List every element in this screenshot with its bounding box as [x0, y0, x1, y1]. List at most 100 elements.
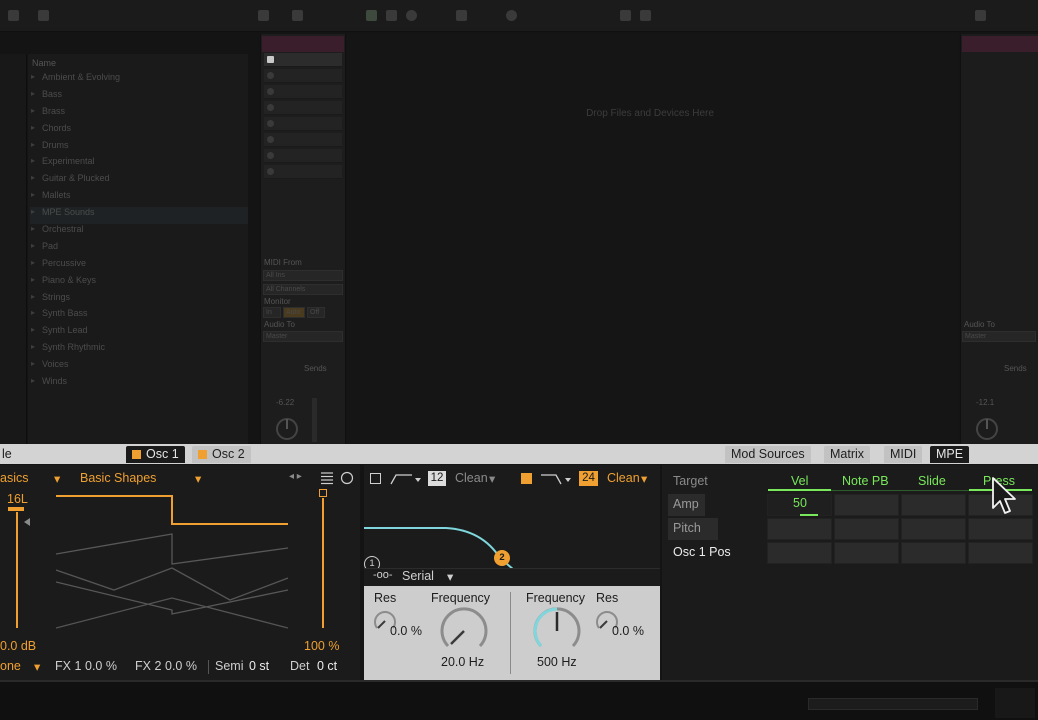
filter-1-circuit[interactable]: Clean: [455, 471, 488, 485]
effect-mode-dropdown-icon[interactable]: ▾: [34, 659, 40, 674]
record-icon[interactable]: [406, 10, 417, 21]
audio-to-select[interactable]: Master: [263, 331, 343, 342]
track-pan-knob[interactable]: [274, 416, 300, 442]
mpe-row-pitch[interactable]: Pitch: [673, 521, 701, 535]
filter-2-circuit-dropdown-icon[interactable]: ▾: [641, 471, 647, 486]
draw-mode-icon[interactable]: [975, 10, 986, 21]
tempo-icon[interactable]: [8, 10, 19, 21]
filter-1-enable-checkbox[interactable]: [370, 473, 381, 484]
browser-item[interactable]: Voices: [30, 359, 248, 376]
mpe-cell-pitch-press[interactable]: [968, 518, 1033, 540]
wavetable-category[interactable]: asics: [0, 471, 28, 485]
clip-record-icon[interactable]: [267, 72, 274, 79]
clip-record-icon[interactable]: [267, 168, 274, 175]
mpe-cell-osc1pos-vel[interactable]: [767, 542, 832, 564]
overdub-icon[interactable]: [456, 10, 467, 21]
browser-item[interactable]: Guitar & Plucked: [30, 173, 248, 190]
browser-item[interactable]: Experimental: [30, 156, 248, 173]
master-title-bar[interactable]: [962, 36, 1038, 52]
tab-osc-2[interactable]: Osc 2: [192, 446, 251, 463]
master-volume-value[interactable]: -12.1: [976, 398, 994, 407]
browser-item[interactable]: Bass: [30, 89, 248, 106]
fx2-value[interactable]: 0.0 %: [165, 659, 197, 673]
wavetable-dropdown-icon[interactable]: ▾: [195, 471, 201, 486]
routing-dropdown-icon[interactable]: ▾: [447, 569, 453, 584]
master-pan-knob[interactable]: [974, 416, 1000, 442]
filter-2-enable-checkbox[interactable]: [521, 473, 532, 484]
wavetable-view-icons[interactable]: [320, 471, 356, 485]
tab-midi[interactable]: MIDI: [884, 446, 923, 463]
clip-slot[interactable]: [264, 101, 342, 115]
clip-slot[interactable]: [264, 53, 342, 67]
browser-item[interactable]: Piano & Keys: [30, 275, 248, 292]
osc-1-enable-icon[interactable]: [132, 450, 141, 459]
browser-item[interactable]: Orchestral: [30, 224, 248, 241]
clip-slot[interactable]: [264, 149, 342, 163]
filter-response-display[interactable]: [364, 492, 660, 570]
clip-record-icon[interactable]: [267, 88, 274, 95]
browser-item[interactable]: Mallets: [30, 190, 248, 207]
track-volume-value[interactable]: -6.22: [276, 398, 294, 407]
mpe-row-osc-1-pos[interactable]: Osc 1 Pos: [673, 545, 731, 559]
filter-2-freq-value[interactable]: 500 Hz: [537, 655, 577, 669]
filter-routing-select[interactable]: Serial: [402, 569, 434, 583]
wavetable-position-value[interactable]: 16L: [7, 492, 28, 506]
mpe-cell-osc1pos-note-pb[interactable]: [834, 542, 899, 564]
osc-mix-value[interactable]: 100 %: [304, 639, 339, 653]
clip-slot[interactable]: [264, 165, 342, 179]
browser-item[interactable]: Pad: [30, 241, 248, 258]
mpe-cell-osc1pos-press[interactable]: [968, 542, 1033, 564]
clip-slot[interactable]: [264, 117, 342, 131]
osc-2-enable-icon[interactable]: [198, 450, 207, 459]
mpe-cell-pitch-slide[interactable]: [901, 518, 966, 540]
osc-mix-slider[interactable]: [322, 498, 324, 628]
tab-matrix[interactable]: Matrix: [824, 446, 871, 463]
mpe-amp-vel-value[interactable]: 50: [793, 496, 807, 510]
play-icon[interactable]: [366, 10, 377, 21]
filter-1-circuit-dropdown-icon[interactable]: ▾: [489, 471, 495, 486]
stop-icon[interactable]: [386, 10, 397, 21]
filter-2-freq-knob[interactable]: [532, 606, 582, 656]
midi-channel-select[interactable]: All Channels: [263, 284, 343, 295]
metronome-icon[interactable]: [38, 10, 49, 21]
punch-out-icon[interactable]: [640, 10, 651, 21]
browser-item-selected[interactable]: MPE Sounds: [30, 207, 248, 225]
browser-item[interactable]: Ambient & Evolving: [30, 72, 248, 89]
wavetable-display[interactable]: [56, 490, 288, 630]
tab-mpe[interactable]: MPE: [930, 446, 970, 463]
mpe-cell-amp-note-pb[interactable]: [834, 494, 899, 516]
wavetable-select[interactable]: Basic Shapes: [80, 471, 156, 485]
clip-play-icon[interactable]: [267, 56, 274, 63]
browser-item[interactable]: Drums: [30, 140, 248, 157]
tab-osc-1[interactable]: Osc 1: [126, 446, 185, 463]
filter-1-freq-knob[interactable]: [439, 606, 489, 656]
browser-item[interactable]: Synth Rhythmic: [30, 342, 248, 359]
det-value[interactable]: 0 ct: [317, 659, 337, 673]
punch-in-icon[interactable]: [620, 10, 631, 21]
monitor-off-button[interactable]: Off: [307, 307, 325, 318]
master-audio-to-select[interactable]: Master: [962, 331, 1036, 342]
mpe-cell-pitch-vel[interactable]: [767, 518, 832, 540]
browser-name-header[interactable]: Name: [30, 58, 248, 72]
browser-item[interactable]: Chords: [30, 123, 248, 140]
fx1-value[interactable]: 0.0 %: [85, 659, 117, 673]
mpe-col-slide[interactable]: Slide: [918, 474, 946, 488]
filter-2-node[interactable]: 2: [494, 550, 510, 566]
monitor-auto-button[interactable]: Auto: [283, 307, 305, 318]
filter-2-slope[interactable]: 24: [579, 471, 598, 486]
category-dropdown-icon[interactable]: ▾: [54, 471, 60, 486]
filter-2-res-value[interactable]: 0.0 %: [612, 624, 644, 638]
osc-mix-handle[interactable]: [319, 489, 327, 497]
filter-1-type-icon[interactable]: [390, 472, 422, 486]
clip-slot[interactable]: [264, 133, 342, 147]
browser-item[interactable]: Synth Lead: [30, 325, 248, 342]
browser-item[interactable]: Brass: [30, 106, 248, 123]
wavetable-prev-next-icon[interactable]: ◂ ▸: [289, 471, 302, 482]
track-title-bar[interactable]: [262, 36, 344, 52]
status-bar-control[interactable]: [995, 688, 1035, 718]
clip-record-icon[interactable]: [267, 120, 274, 127]
clip-slot[interactable]: [264, 85, 342, 99]
filter-1-res-value[interactable]: 0.0 %: [390, 624, 422, 638]
mpe-cell-pitch-note-pb[interactable]: [834, 518, 899, 540]
status-bar-track-field[interactable]: [808, 698, 978, 710]
